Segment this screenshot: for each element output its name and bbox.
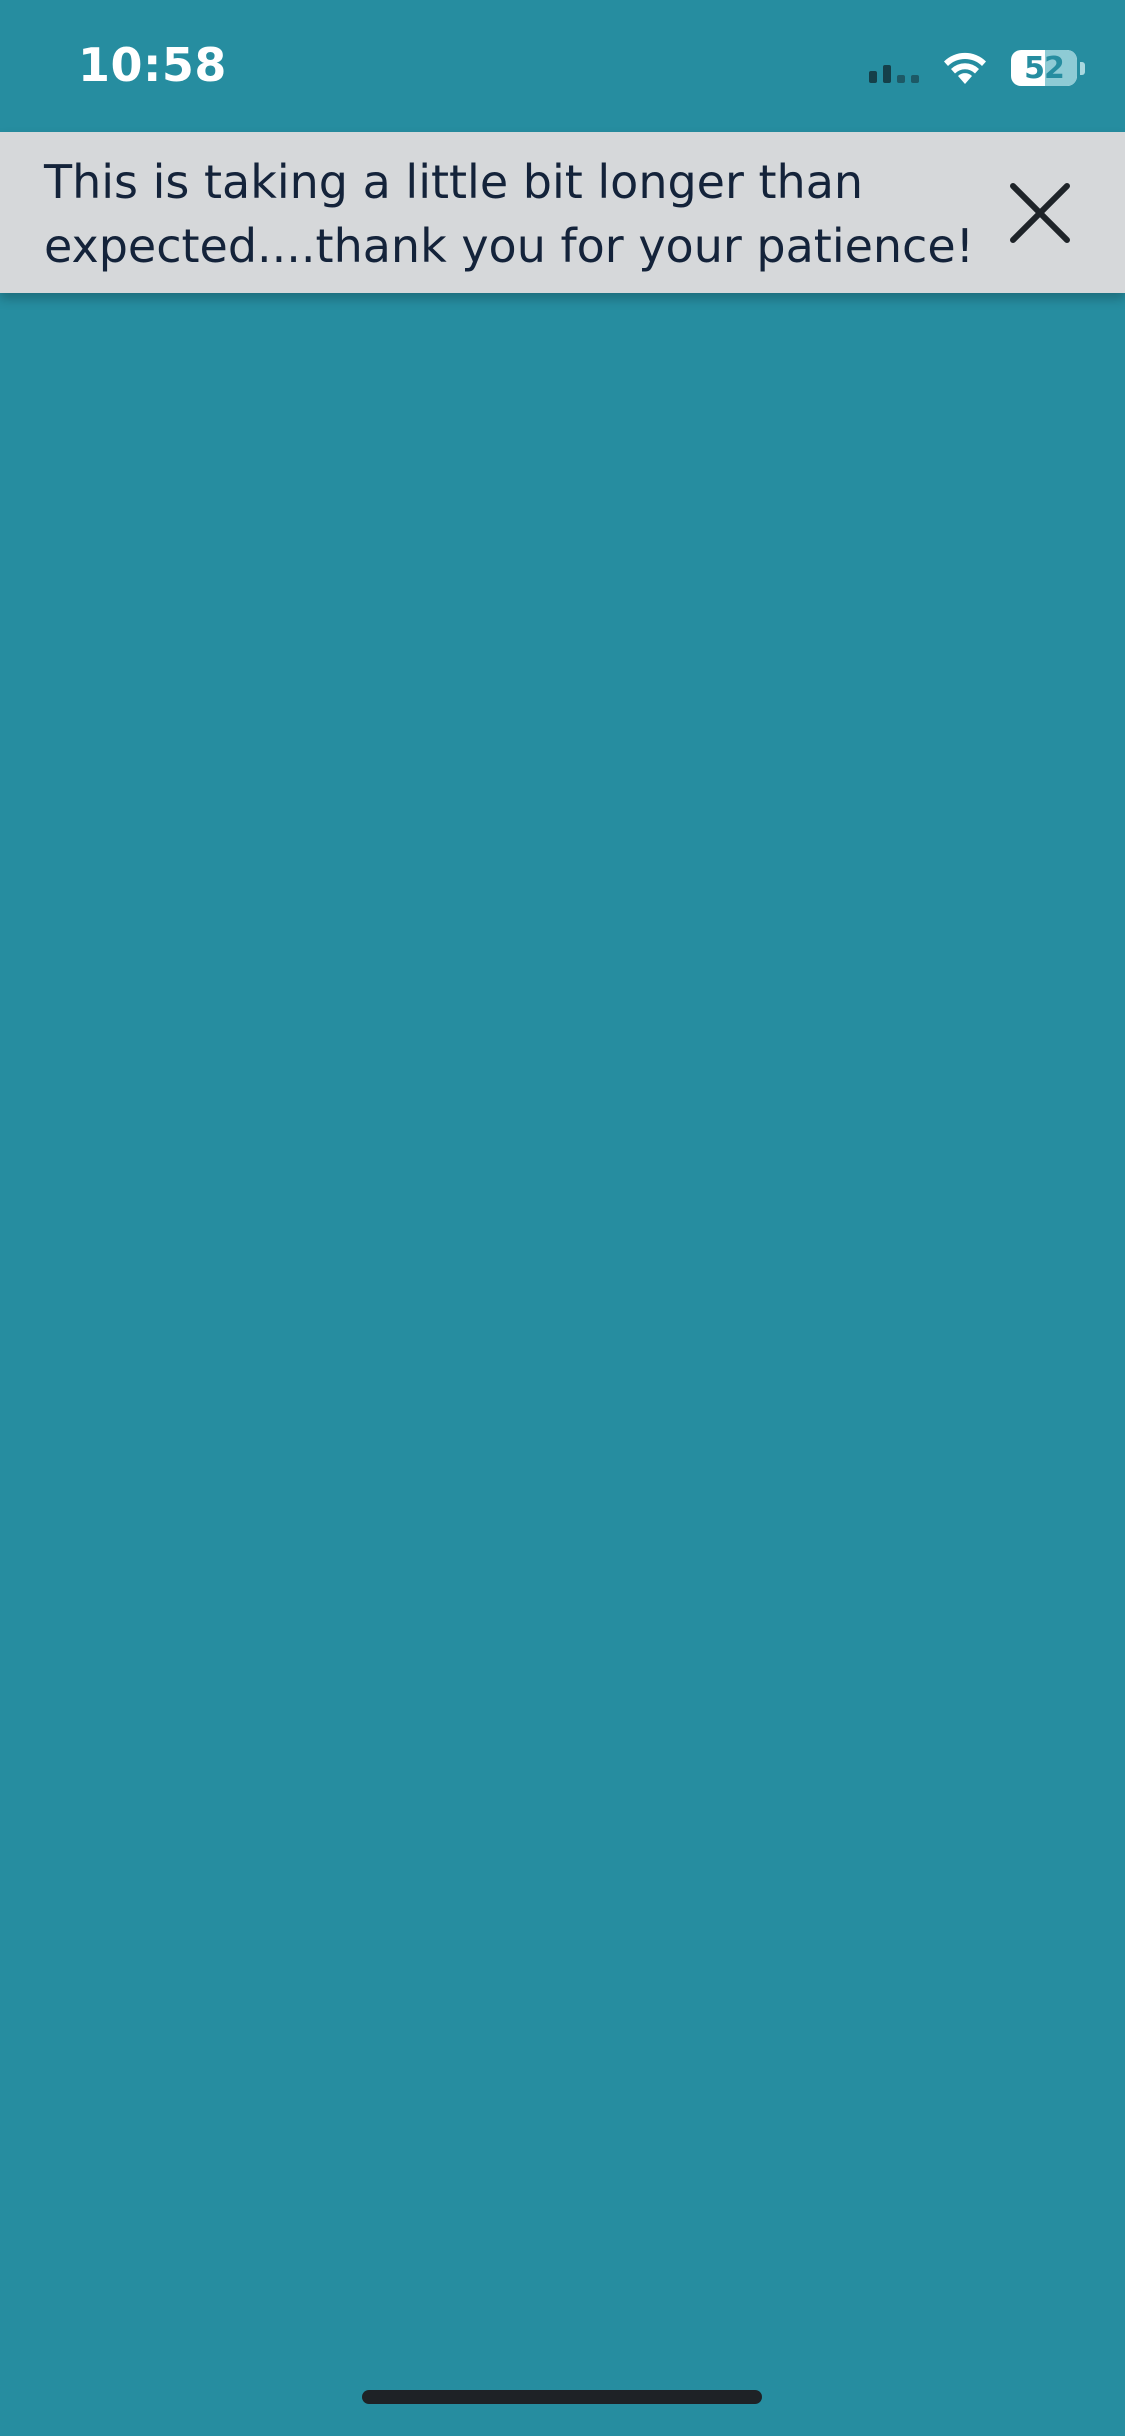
notification-banner: This is taking a little bit longer than …: [0, 132, 1125, 293]
signal-bar: [869, 71, 877, 83]
status-time: 10:58: [78, 38, 227, 92]
signal-bar: [897, 75, 905, 83]
status-bar: 10:58 52: [0, 0, 1125, 132]
battery-percent: 52: [1024, 50, 1065, 86]
battery-body: 52: [1011, 50, 1077, 86]
banner-message: This is taking a little bit longer than …: [44, 155, 975, 273]
cellular-signal-icon: [869, 53, 919, 83]
signal-bar: [911, 75, 919, 83]
app-screen: 10:58 52 This is taking a little bit lon…: [0, 0, 1125, 2436]
wifi-icon: [941, 50, 989, 86]
status-indicators: 52: [869, 48, 1085, 88]
home-indicator[interactable]: [362, 2390, 762, 2404]
signal-bar: [883, 65, 891, 83]
battery-cap: [1080, 61, 1085, 75]
battery-icon: 52: [1011, 50, 1085, 86]
close-icon[interactable]: [1005, 178, 1075, 248]
